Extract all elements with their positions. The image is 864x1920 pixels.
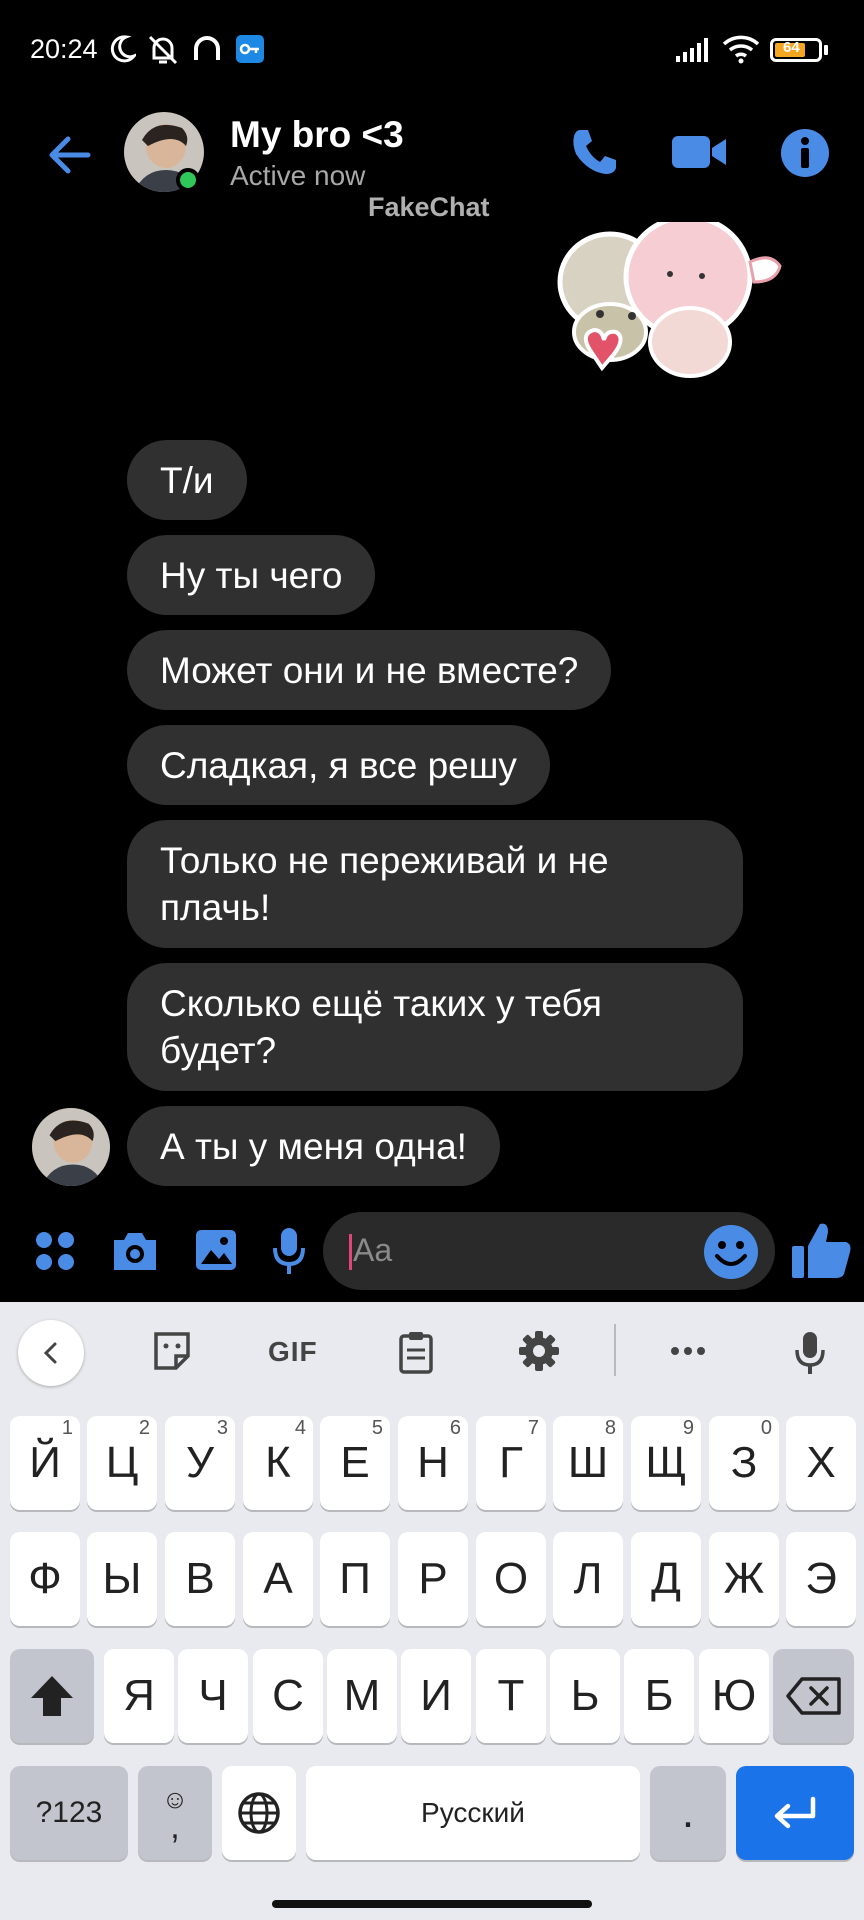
signal-icon: [676, 38, 708, 62]
backspace-icon: [785, 1677, 841, 1715]
key[interactable]: В: [165, 1532, 235, 1626]
key[interactable]: М: [327, 1649, 397, 1743]
emoji-icon[interactable]: [703, 1224, 759, 1280]
voice-input-icon[interactable]: [794, 1330, 826, 1376]
key[interactable]: Ч: [178, 1649, 248, 1743]
battery-tip: [824, 45, 828, 55]
camera-icon[interactable]: [110, 1230, 160, 1272]
message-composer: Aa: [0, 1200, 864, 1300]
watermark: FakeChat: [368, 192, 490, 222]
battery-level: 64: [783, 39, 800, 56]
shift-arrow-icon: [31, 1676, 73, 1716]
toolbar-divider: [614, 1324, 616, 1376]
mute-bell-icon: [148, 35, 178, 65]
key[interactable]: Ь: [550, 1649, 620, 1743]
back-arrow-icon[interactable]: [44, 130, 94, 180]
phone-call-icon[interactable]: [566, 124, 622, 180]
message-bubble[interactable]: Сладкая, я все решу: [127, 725, 550, 805]
moon-icon: [110, 35, 136, 63]
key[interactable]: Р: [398, 1532, 468, 1626]
clipboard-icon[interactable]: [398, 1330, 434, 1374]
video-call-icon[interactable]: [670, 128, 730, 176]
symbols-key[interactable]: ?123: [10, 1766, 128, 1860]
message-bubble[interactable]: Сколько ещё таких у тебя будет?: [127, 963, 743, 1091]
key[interactable]: А: [243, 1532, 313, 1626]
key[interactable]: Г7: [476, 1416, 546, 1510]
key[interactable]: О: [476, 1532, 546, 1626]
key[interactable]: Ю: [699, 1649, 769, 1743]
online-indicator: [176, 168, 200, 192]
emoji-comma-key[interactable]: ☺ ,: [138, 1766, 212, 1860]
message-bubble[interactable]: Может они и не вместе?: [127, 630, 612, 710]
key[interactable]: Ы: [87, 1532, 157, 1626]
vpn-key-icon: [236, 35, 264, 63]
message-bubble[interactable]: Т/и: [127, 440, 247, 520]
backspace-key[interactable]: [773, 1649, 854, 1743]
key[interactable]: Э: [786, 1532, 856, 1626]
contact-status: Active now: [230, 160, 366, 191]
key[interactable]: Л: [553, 1532, 623, 1626]
keyboard-collapse-button[interactable]: [18, 1320, 84, 1386]
key[interactable]: З0: [709, 1416, 779, 1510]
key[interactable]: Ц2: [87, 1416, 157, 1510]
shift-key[interactable]: [10, 1649, 94, 1743]
headphones-icon: [194, 36, 220, 60]
space-key[interactable]: Русский: [306, 1766, 640, 1860]
microphone-icon[interactable]: [272, 1226, 306, 1276]
sticker-icon[interactable]: [152, 1330, 192, 1372]
key[interactable]: П: [320, 1532, 390, 1626]
keyboard: GIF Й1 Ц2 У3 К4 Е5 Н6 Г7 Ш8 Щ9 З0 Х Ф Ы …: [0, 1302, 864, 1920]
chevron-left-icon: [43, 1342, 57, 1364]
message-bubble[interactable]: А ты у меня одна!: [127, 1106, 500, 1186]
key[interactable]: Е5: [320, 1416, 390, 1510]
key[interactable]: Х: [786, 1416, 856, 1510]
enter-arrow-icon: [774, 1796, 816, 1829]
message-bubble[interactable]: Ну ты чего: [127, 535, 376, 615]
globe-icon: [238, 1792, 280, 1834]
status-time: 20:24: [30, 34, 98, 64]
language-key[interactable]: [222, 1766, 296, 1860]
enter-key[interactable]: [736, 1766, 854, 1860]
more-options-icon[interactable]: [670, 1346, 706, 1356]
key[interactable]: С: [253, 1649, 323, 1743]
key[interactable]: Й1: [10, 1416, 80, 1510]
key[interactable]: Б: [624, 1649, 694, 1743]
message-input-placeholder: Aa: [353, 1232, 393, 1268]
settings-gear-icon[interactable]: [518, 1330, 560, 1372]
key[interactable]: Щ9: [631, 1416, 701, 1510]
key[interactable]: Т: [476, 1649, 546, 1743]
message-input[interactable]: Aa: [323, 1212, 775, 1290]
sender-avatar[interactable]: [32, 1108, 110, 1186]
wifi-icon: [722, 35, 760, 64]
gif-button[interactable]: GIF: [268, 1336, 318, 1368]
apps-grid-icon[interactable]: [34, 1230, 76, 1272]
key[interactable]: Д: [631, 1532, 701, 1626]
key[interactable]: Ш8: [553, 1416, 623, 1510]
sticker-image[interactable]: [540, 222, 800, 392]
key[interactable]: К4: [243, 1416, 313, 1510]
message-bubble[interactable]: Только не переживай и не плачь!: [127, 820, 743, 948]
key[interactable]: Ж: [709, 1532, 779, 1626]
key[interactable]: И: [401, 1649, 471, 1743]
status-bar: 20:24 64: [0, 0, 864, 100]
text-caret: [349, 1234, 352, 1270]
thumbs-up-icon[interactable]: [790, 1218, 854, 1282]
period-key[interactable]: .: [650, 1766, 726, 1860]
key[interactable]: У3: [165, 1416, 235, 1510]
home-indicator[interactable]: [272, 1900, 592, 1908]
key[interactable]: Н6: [398, 1416, 468, 1510]
info-icon[interactable]: [780, 128, 830, 178]
comma-label: ,: [170, 1808, 180, 1846]
contact-name[interactable]: My bro <3: [230, 114, 404, 156]
key[interactable]: Я: [104, 1649, 174, 1743]
key[interactable]: Ф: [10, 1532, 80, 1626]
battery-icon: 64: [770, 38, 822, 62]
gallery-image-icon[interactable]: [194, 1228, 238, 1272]
